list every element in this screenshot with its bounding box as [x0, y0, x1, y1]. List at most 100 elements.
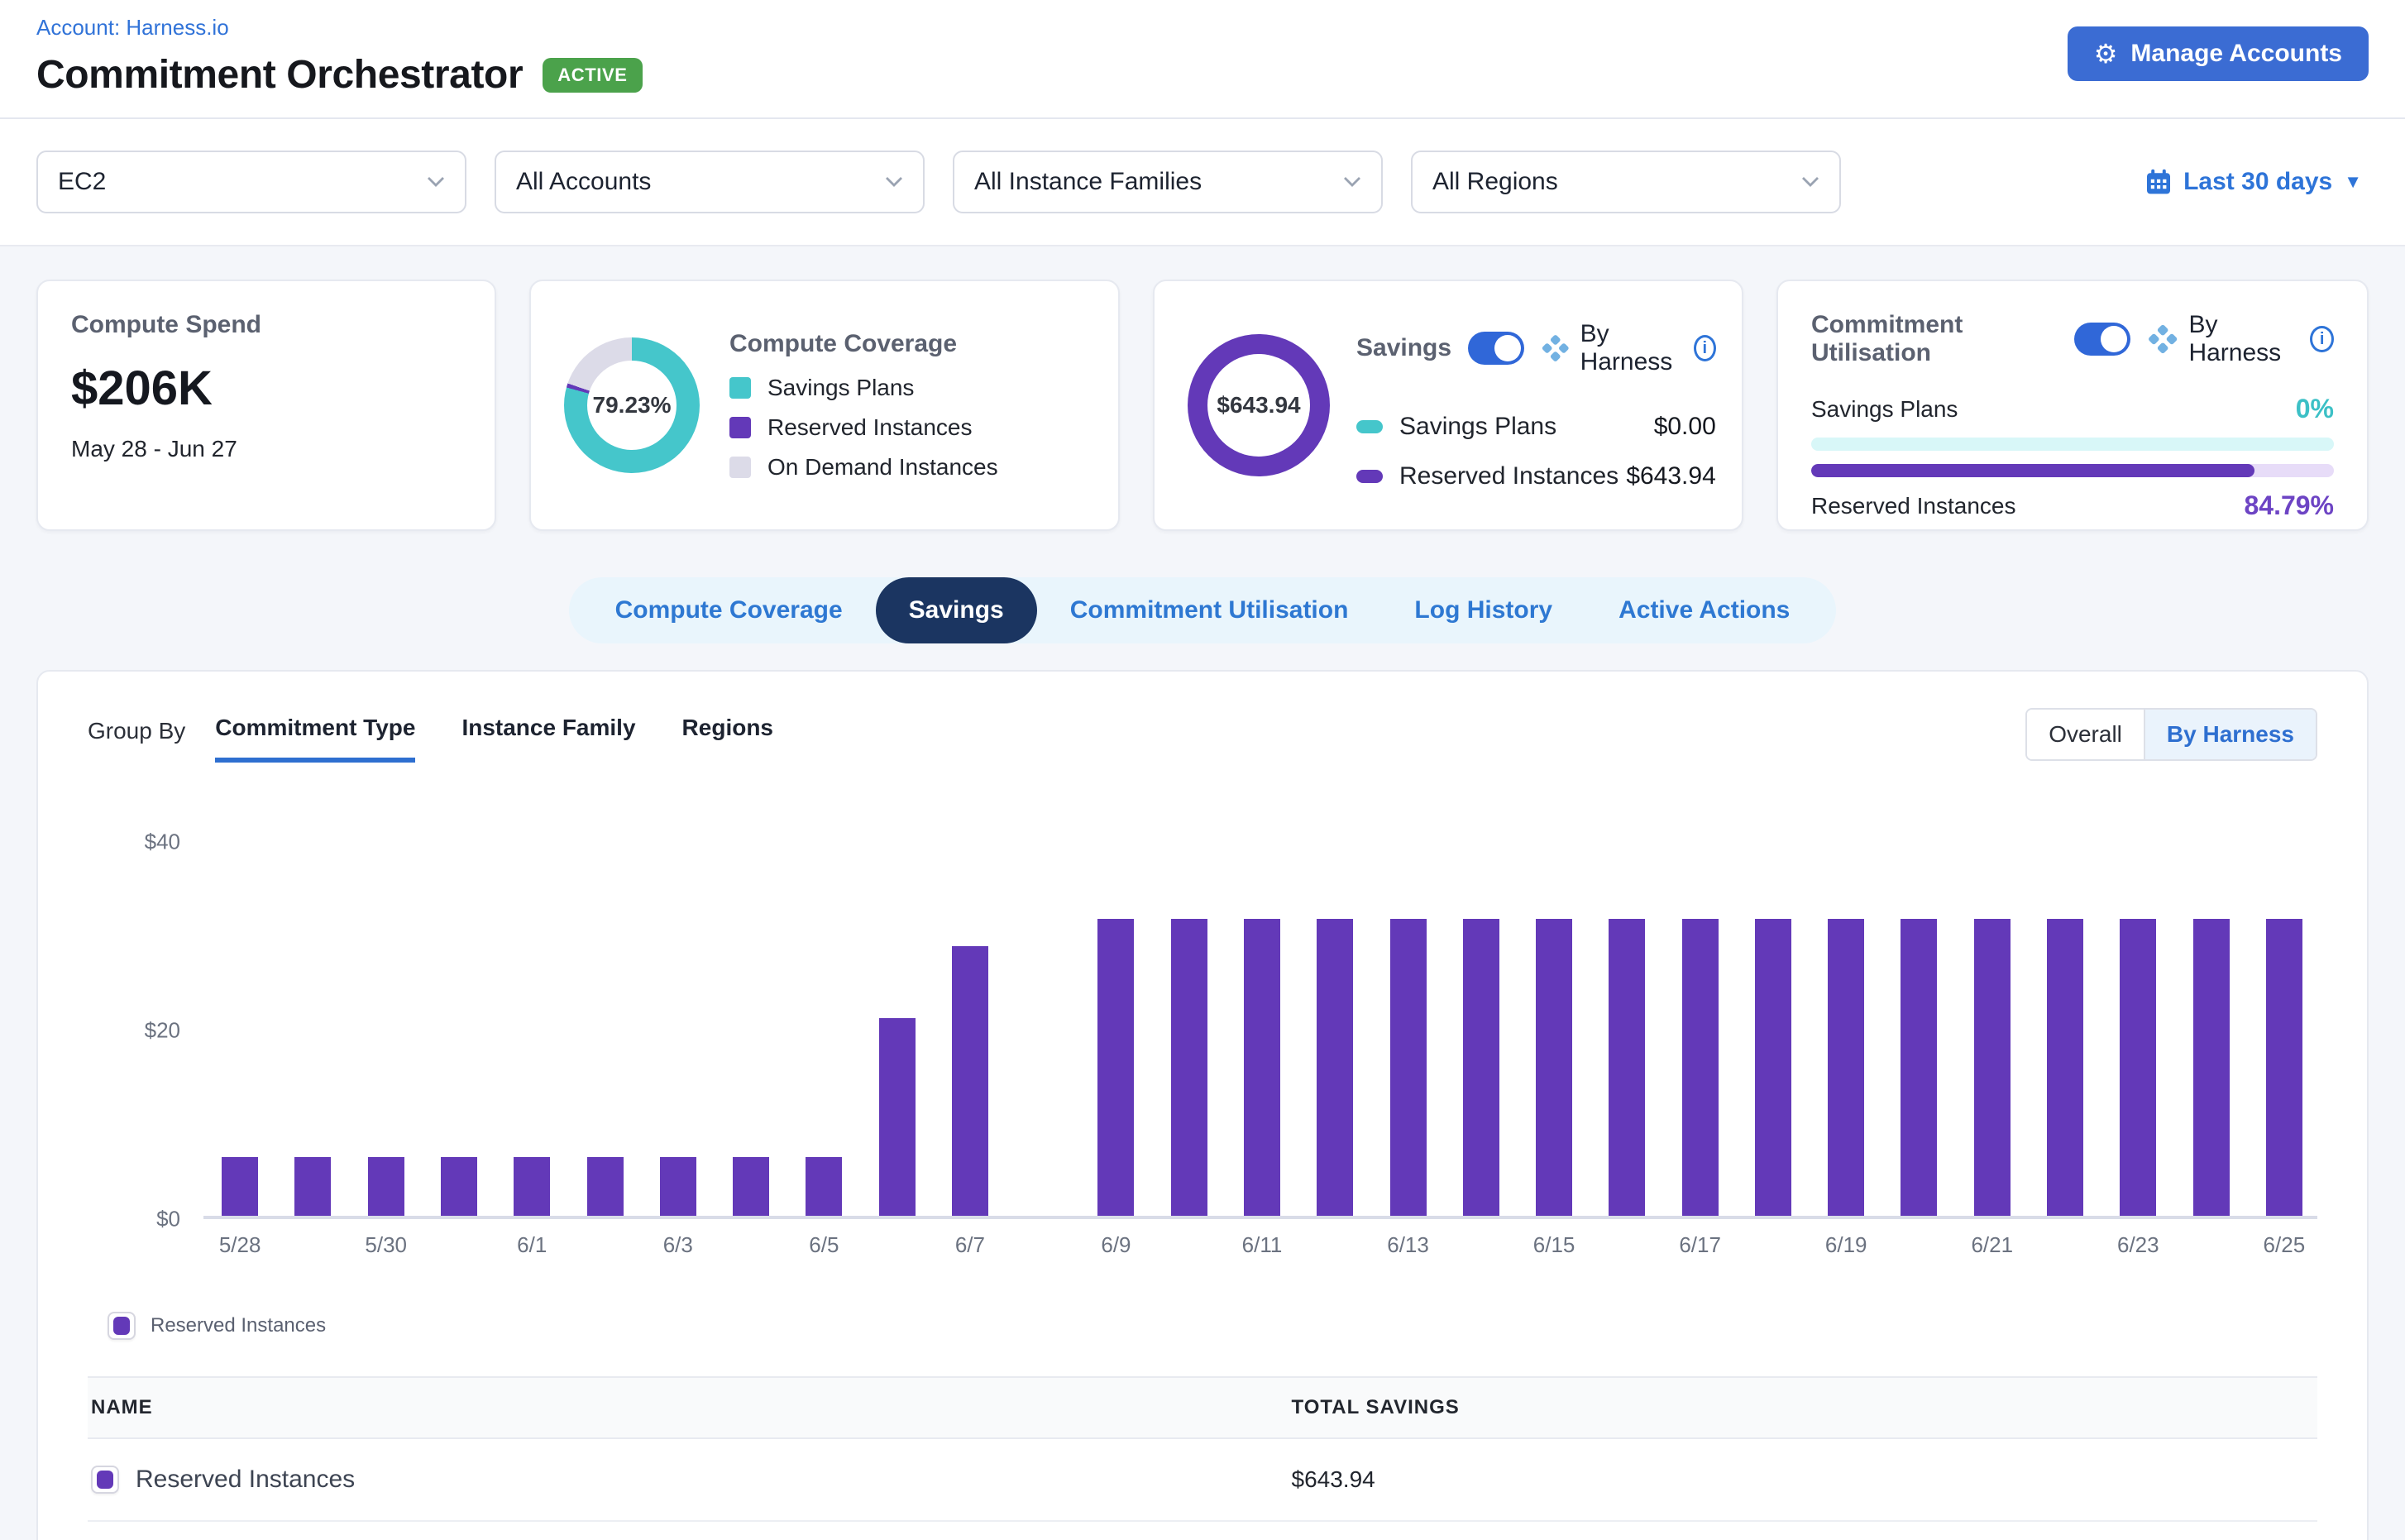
y-tick-label: $40 — [145, 830, 180, 855]
page-header: Account: Harness.io Commitment Orchestra… — [0, 0, 2405, 119]
filter-select-value: All Instance Families — [974, 168, 1202, 196]
x-tick-label: 6/9 — [1101, 1232, 1131, 1258]
chart-bar — [1317, 919, 1353, 1216]
date-range-label: Last 30 days — [2183, 168, 2332, 196]
chart-bar — [1901, 919, 1937, 1216]
chart-bar — [514, 1157, 550, 1216]
group-by-label: Group By — [88, 715, 185, 744]
legend-label: Savings Plans — [767, 375, 914, 401]
y-tick-label: $20 — [145, 1018, 180, 1044]
savings-bar-chart: $0$20$40 — [88, 842, 2317, 1219]
filter-select-value: All Regions — [1432, 168, 1558, 196]
x-tick-label: 6/25 — [2264, 1232, 2306, 1258]
savings-legend-rows: Savings Plans$0.00 Reserved Instances $643… — [1356, 413, 1716, 490]
x-tick-label: 6/21 — [1971, 1232, 2013, 1258]
savings-table: NAME TOTAL SAVINGS Reserved Instances$64… — [88, 1376, 2317, 1522]
chevron-down-icon — [427, 176, 445, 188]
utilisation-by-harness-toggle[interactable] — [2074, 323, 2130, 356]
chart-plot — [203, 842, 2317, 1219]
chevron-down-icon — [1343, 176, 1361, 188]
gear-icon: ⚙ — [2094, 41, 2118, 67]
table-header: NAME TOTAL SAVINGS — [88, 1376, 2317, 1439]
chart-bar — [1244, 919, 1280, 1216]
savings-legend-row: Reserved Instances $643.94 — [1356, 462, 1716, 490]
overall-byharness-segmented-control: OverallBy Harness — [2025, 708, 2317, 761]
table-row[interactable]: Reserved Instances$643.94 — [88, 1439, 2317, 1522]
legend-item: Reserved Instances — [729, 414, 998, 441]
tab-compute-coverage[interactable]: Compute Coverage — [582, 577, 876, 643]
table-cell-total-savings: $643.94 — [1292, 1466, 2314, 1493]
filter-select-2[interactable]: All Instance Families — [953, 151, 1383, 213]
legend-checkbox-fill — [113, 1317, 130, 1335]
x-tick-label: 6/15 — [1533, 1232, 1575, 1258]
calendar-icon — [2145, 169, 2172, 195]
group-by-commitment-type[interactable]: Commitment Type — [215, 715, 415, 763]
manage-accounts-button[interactable]: ⚙ Manage Accounts — [2068, 26, 2369, 81]
view-option-overall[interactable]: Overall — [2027, 710, 2144, 759]
harness-logo-icon — [1541, 330, 1571, 366]
compute-coverage-title: Compute Coverage — [729, 330, 998, 358]
tab-active-actions[interactable]: Active Actions — [1585, 577, 1823, 643]
tab-commitment-utilisation[interactable]: Commitment Utilisation — [1037, 577, 1382, 643]
utilisation-by-harness-label: By Harness — [2188, 311, 2300, 367]
chart-legend: Reserved Instances — [88, 1312, 2317, 1340]
chart-bar — [368, 1157, 404, 1216]
savings-by-harness-toggle[interactable] — [1468, 332, 1524, 365]
utilisation-row-label: Reserved Instances84.79% — [1811, 490, 2334, 521]
x-tick-label: 5/30 — [365, 1232, 407, 1258]
commitment-utilisation-title: Commitment Utilisation — [1811, 311, 2058, 367]
status-badge: ACTIVE — [543, 58, 642, 93]
savings-by-harness-label: By Harness — [1580, 320, 1684, 376]
date-range-picker[interactable]: Last 30 days ▼ — [2145, 168, 2362, 196]
x-tick-label: 6/13 — [1387, 1232, 1429, 1258]
harness-logo-icon — [2147, 321, 2178, 357]
table-body: Reserved Instances$643.94 — [88, 1439, 2317, 1522]
row-checkbox-fill — [97, 1471, 113, 1489]
x-tick-label: 6/5 — [809, 1232, 839, 1258]
legend-swatch — [1356, 470, 1383, 483]
group-by-tabs: Commitment Type Instance Family Regions — [215, 715, 773, 763]
commitment-orchestrator-page: Account: Harness.io Commitment Orchestra… — [0, 0, 2405, 1540]
col-total-savings: TOTAL SAVINGS — [1292, 1396, 2314, 1419]
section-tabs: Compute CoverageSavingsCommitment Utilis… — [569, 577, 1837, 643]
legend-swatch — [1356, 420, 1383, 433]
chart-bar — [1755, 919, 1791, 1216]
compute-spend-card: Compute Spend $206K May 28 - Jun 27 — [36, 280, 496, 531]
chart-bar — [660, 1157, 696, 1216]
group-by-regions[interactable]: Regions — [682, 715, 773, 763]
compute-spend-title: Compute Spend — [71, 311, 461, 339]
account-breadcrumb-link[interactable]: Account: Harness.io — [36, 15, 2369, 41]
savings-donut-value: $643.94 — [1207, 354, 1310, 457]
filter-select-3[interactable]: All Regions — [1411, 151, 1841, 213]
chart-bar — [806, 1157, 842, 1216]
x-tick-label: 6/17 — [1679, 1232, 1721, 1258]
utilisation-bar-track — [1811, 438, 2334, 451]
x-tick-label: 5/28 — [219, 1232, 261, 1258]
chart-bar — [1974, 919, 2011, 1216]
compute-coverage-donut-value: 79.23% — [587, 361, 677, 450]
chart-bar — [222, 1157, 258, 1216]
row-checkbox[interactable] — [91, 1466, 119, 1494]
tab-savings[interactable]: Savings — [876, 577, 1037, 643]
info-icon[interactable]: i — [1694, 335, 1716, 361]
filter-select-1[interactable]: All Accounts — [495, 151, 925, 213]
y-tick-label: $0 — [156, 1207, 180, 1232]
chart-bar — [1828, 919, 1864, 1216]
utilisation-label: Reserved Instances — [1811, 493, 2015, 519]
filter-select-0[interactable]: EC2 — [36, 151, 466, 213]
filter-select-value: All Accounts — [516, 168, 651, 196]
savings-legend-row: Savings Plans$0.00 — [1356, 413, 1716, 441]
legend-label: Reserved Instances — [1399, 462, 1618, 490]
legend-checkbox[interactable] — [108, 1312, 136, 1340]
view-option-by-harness[interactable]: By Harness — [2144, 710, 2316, 759]
utilisation-bar-track — [1811, 464, 2334, 477]
utilisation-bar-fill — [1811, 464, 2254, 477]
legend-value: $643.94 — [1626, 462, 1715, 490]
group-by-instance-family[interactable]: Instance Family — [461, 715, 635, 763]
info-icon[interactable]: i — [2310, 326, 2334, 352]
legend-label: On Demand Instances — [767, 454, 998, 481]
chevron-down-icon — [1801, 176, 1819, 188]
chart-bar — [1682, 919, 1719, 1216]
tab-log-history[interactable]: Log History — [1381, 577, 1585, 643]
compute-spend-period: May 28 - Jun 27 — [71, 436, 461, 462]
